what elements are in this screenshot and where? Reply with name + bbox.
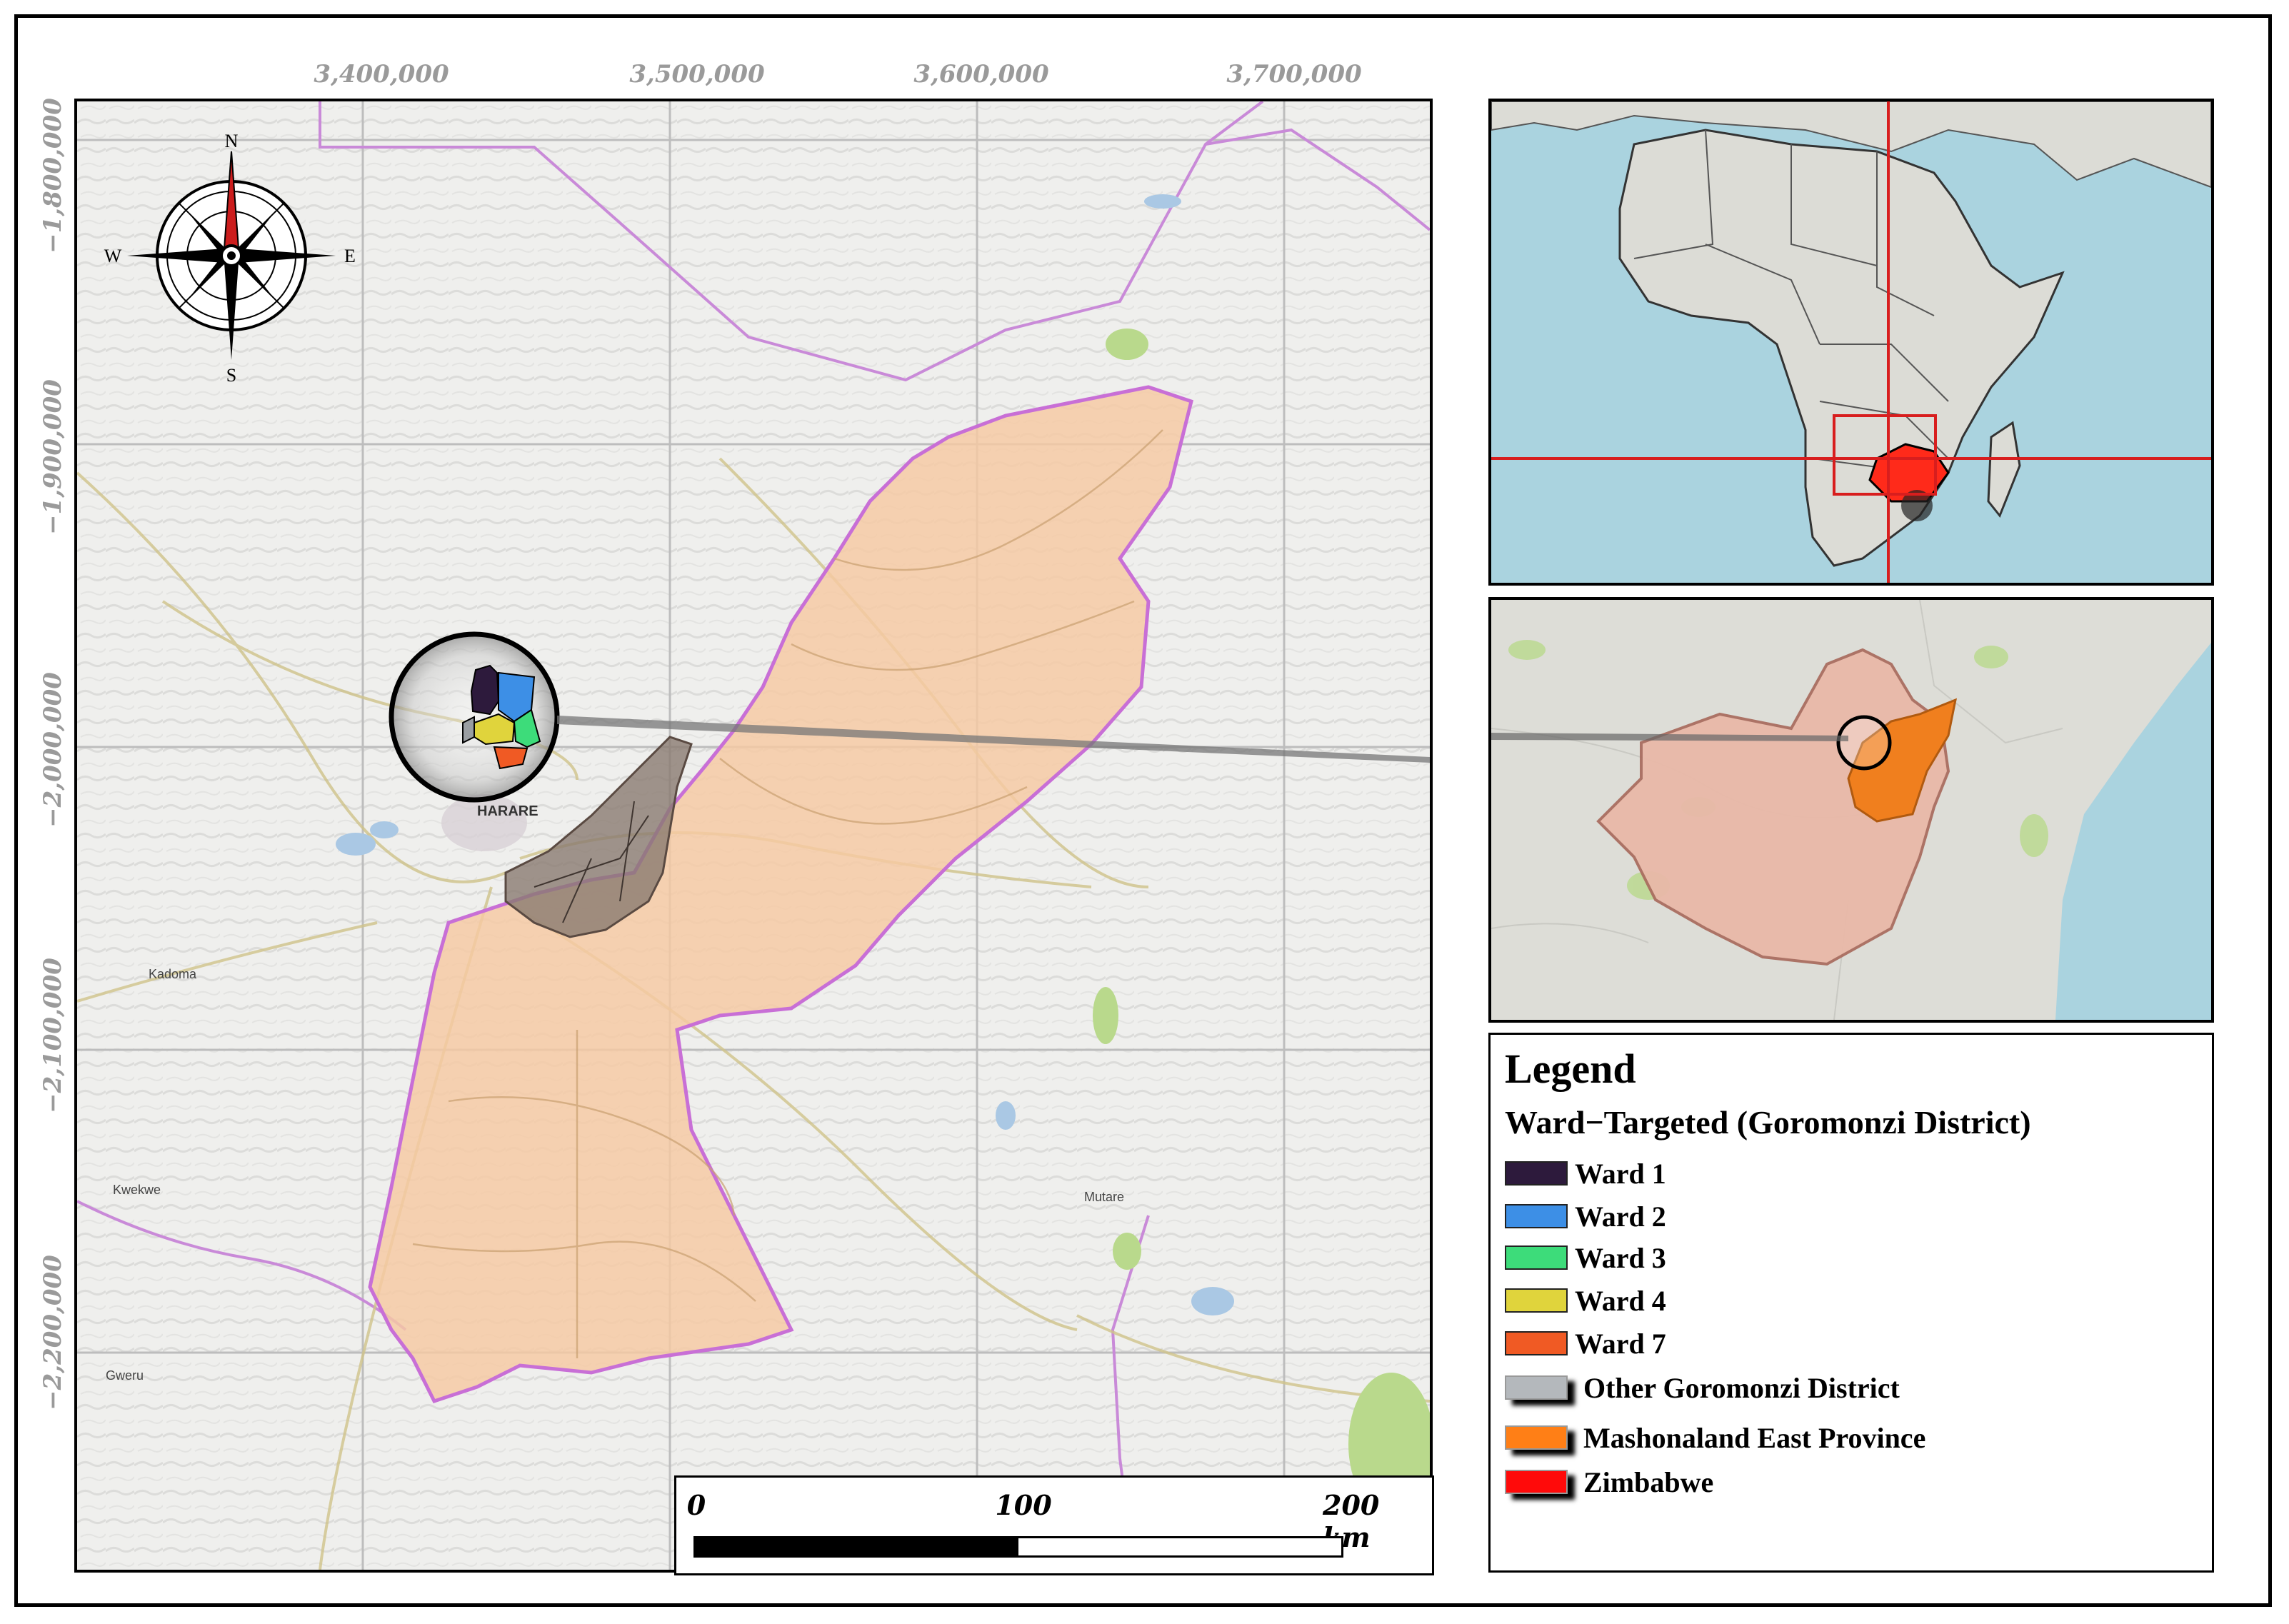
scale-label-100: 100 [995, 1489, 1052, 1521]
legend-item: Mashonaland East Province [1505, 1420, 1925, 1455]
legend-item: Ward 7 [1505, 1326, 1666, 1360]
legend-swatch [1505, 1204, 1568, 1228]
legend-item: Ward 2 [1505, 1199, 1666, 1233]
legend-item: Ward 3 [1505, 1240, 1666, 1275]
legend-swatch [1505, 1288, 1568, 1313]
scale-bar-empty-segment [1018, 1538, 1341, 1555]
legend-label: Ward 1 [1575, 1157, 1666, 1190]
y-tick-label: −1,800,000 [39, 98, 67, 254]
scale-bar-graphic [693, 1536, 1343, 1558]
legend-swatch [1505, 1375, 1568, 1400]
legend-label: Other Goromonzi District [1583, 1371, 1900, 1404]
scale-bar-filled-segment [696, 1538, 1018, 1555]
y-tick-label: −2,100,000 [39, 958, 67, 1113]
legend-item: Ward 1 [1505, 1156, 1666, 1191]
x-tick-label: 3,700,000 [1226, 60, 1362, 89]
legend-item: Other Goromonzi District [1505, 1370, 1900, 1405]
legend-label: Ward 4 [1575, 1284, 1666, 1317]
zimbabwe-inset-map[interactable] [1488, 597, 2214, 1023]
ward-1-polygon [470, 664, 500, 716]
legend-swatch [1505, 1331, 1568, 1355]
town-label: Kadoma [149, 967, 197, 981]
compass-w: W [104, 246, 122, 266]
y-tick-label: −1,900,000 [39, 379, 67, 535]
inset-study-circle [1836, 715, 1892, 771]
legend-item: Ward 4 [1505, 1283, 1666, 1318]
y-tick-label: −2,000,000 [39, 672, 67, 828]
legend-label: Ward 2 [1575, 1200, 1666, 1233]
town-label: Mutare [1084, 1190, 1124, 1204]
x-tick-label: 3,600,000 [913, 60, 1049, 89]
main-map-canvas: HARARE Kadoma Kwekwe Gweru Mutare N S E … [77, 101, 1430, 1570]
legend-swatch [1505, 1245, 1568, 1270]
legend-label: Mashonaland East Province [1583, 1421, 1926, 1454]
harare-label: HARARE [477, 803, 539, 819]
main-map[interactable]: HARARE Kadoma Kwekwe Gweru Mutare N S E … [74, 99, 1433, 1573]
legend-item: Zimbabwe [1505, 1465, 1713, 1499]
scale-label-0: 0 [686, 1489, 706, 1521]
legend-subtitle: Ward−Targeted (Goromonzi District) [1505, 1104, 2031, 1141]
legend-swatch [1505, 1425, 1568, 1450]
x-tick-label: 3,500,000 [629, 60, 765, 89]
town-label: Kwekwe [113, 1183, 161, 1197]
x-tick-label: 3,400,000 [314, 60, 449, 89]
scale-bar: 0 100 200 km [674, 1475, 1434, 1575]
legend-label: Ward 7 [1575, 1327, 1666, 1360]
study-area-highlight [389, 631, 560, 803]
legend-label: Zimbabwe [1583, 1465, 1714, 1498]
legend-swatch [1505, 1470, 1568, 1494]
africa-inset-canvas [1491, 101, 2211, 583]
zimbabwe-inset-canvas [1491, 600, 2211, 1020]
town-label: Gweru [106, 1368, 144, 1383]
compass-n: N [225, 131, 239, 151]
legend: Legend Ward−Targeted (Goromonzi District… [1488, 1033, 2214, 1573]
africa-inset-map[interactable] [1488, 99, 2214, 586]
legend-title: Legend [1505, 1046, 1636, 1092]
compass-e: E [344, 246, 356, 266]
compass-s: S [226, 365, 236, 386]
legend-swatch [1505, 1161, 1568, 1186]
legend-label: Ward 3 [1575, 1241, 1666, 1274]
y-tick-label: −2,200,000 [39, 1255, 67, 1410]
